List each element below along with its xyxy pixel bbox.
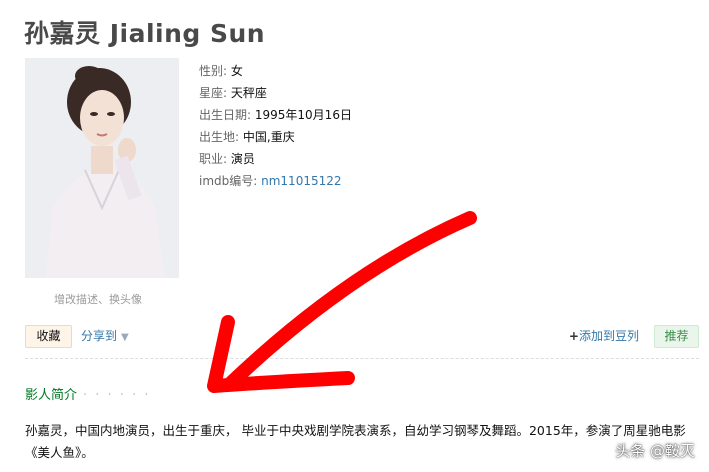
action-bar: 收藏 分享到 ▼ +添加到豆列 推荐 [25,325,699,349]
watermark-text: 头条 @鞍灭 [615,442,695,460]
chevron-down-icon: ▼ [121,332,129,343]
info-value: 天秤座 [230,86,267,100]
info-row-birthdate: 出生日期: 1995年10月16日 [199,108,352,122]
info-row-constellation: 星座: 天秤座 [199,86,267,100]
info-value: 女 [230,64,243,78]
bio-heading: 影人简介 [25,388,78,403]
info-label: 星座 [199,86,224,100]
profile-photo[interactable] [25,58,179,278]
add-doulist-label: 添加到豆列 [578,329,639,343]
info-value: 1995年10月16日 [254,108,352,122]
info-row-gender: 性别: 女 [199,64,243,78]
info-value: 中国,重庆 [242,130,295,144]
plus-icon: + [568,329,579,343]
collect-button[interactable]: 收藏 [25,325,72,348]
info-row-birthplace: 出生地: 中国,重庆 [199,130,295,144]
bio-section-title: 影人简介 · · · · · · [25,384,150,403]
portrait-icon [25,58,179,278]
info-value: 演员 [230,152,255,166]
info-label: 性别 [199,64,224,78]
edit-avatar-link[interactable]: 增改描述、换头像 [54,291,142,307]
info-row-imdb: imdb编号: nm11015122 [199,174,342,188]
share-dropdown[interactable]: 分享到 ▼ [81,325,129,349]
info-panel: 性别: 女 星座: 天秤座 出生日期: 1995年10月16日 出生地: 中国,… [199,60,352,192]
divider [25,358,699,359]
share-label: 分享到 [81,329,118,343]
imdb-link[interactable]: nm11015122 [261,174,341,188]
add-to-doulist-link[interactable]: +添加到豆列 [569,325,639,347]
recommend-button[interactable]: 推荐 [654,325,699,348]
info-label: 职业 [199,152,224,166]
info-label: imdb编号 [199,174,254,188]
bio-text: 孙嘉灵，中国内地演员，出生于重庆， 毕业于中央戏剧学院表演系，自幼学习钢琴及舞蹈… [25,423,686,460]
info-label: 出生地 [199,130,236,144]
info-row-occupation: 职业: 演员 [199,152,255,166]
page-title: 孙嘉灵 Jialing Sun [24,19,266,48]
info-label: 出生日期 [199,108,248,122]
heading-dots: · · · · · · [83,388,151,403]
